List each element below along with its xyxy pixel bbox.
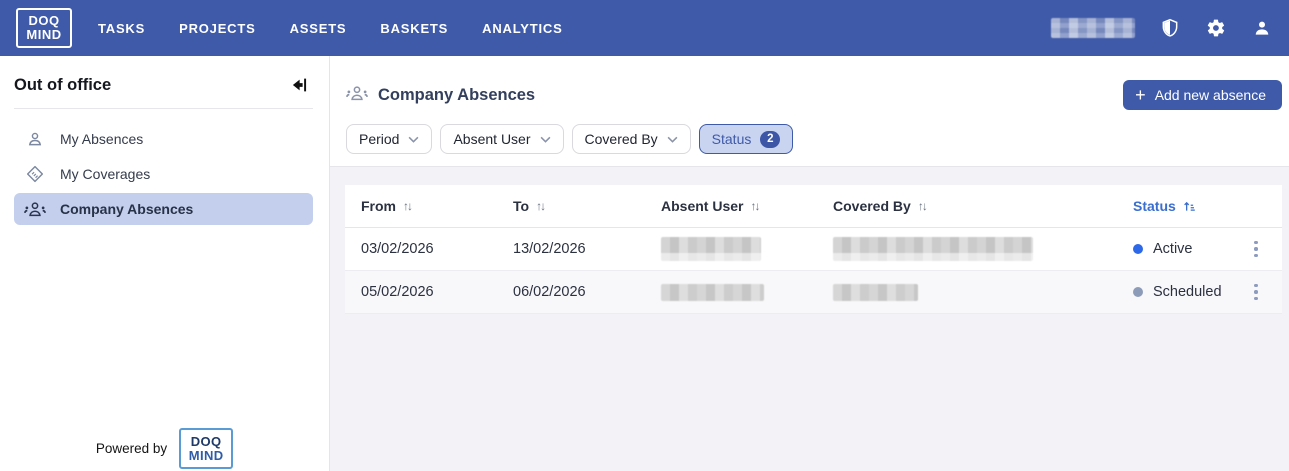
add-new-absence-button[interactable]: + Add new absence bbox=[1123, 80, 1282, 110]
gear-icon[interactable] bbox=[1205, 17, 1227, 39]
nav-item-analytics[interactable]: ANALYTICS bbox=[482, 21, 562, 36]
top-navbar: DOQ MIND TASKS PROJECTS ASSETS BASKETS A… bbox=[0, 0, 1289, 56]
handshake-icon bbox=[24, 164, 46, 184]
sort-ascending-icon bbox=[1183, 200, 1196, 213]
table-row: 05/02/2026 06/02/2026 Scheduled bbox=[345, 271, 1282, 314]
plus-icon: + bbox=[1135, 86, 1146, 104]
sort-icon: ↑↓ bbox=[750, 199, 758, 213]
powered-by-text: Powered by bbox=[96, 441, 167, 456]
user-name-redacted bbox=[1051, 18, 1135, 38]
divider bbox=[14, 108, 313, 109]
sidebar-item-label: My Absences bbox=[60, 131, 143, 147]
row-actions-kebab-icon[interactable] bbox=[1245, 280, 1267, 304]
filter-label: Status bbox=[712, 131, 752, 147]
status-cell: Active bbox=[1133, 241, 1245, 257]
cell-to: 06/02/2026 bbox=[513, 284, 661, 300]
main-content: Company Absences + Add new absence Perio… bbox=[330, 56, 1289, 471]
sidebar-item-my-coverages[interactable]: My Coverages bbox=[14, 158, 313, 190]
people-group-icon bbox=[24, 199, 46, 219]
logo-line2: MIND bbox=[26, 28, 61, 42]
chevron-down-icon bbox=[667, 136, 678, 143]
page-header-section: Company Absences + Add new absence Perio… bbox=[330, 56, 1289, 167]
sort-icon: ↑↓ bbox=[536, 199, 544, 213]
logo-line2: MIND bbox=[189, 449, 224, 463]
redacted-absent-user bbox=[661, 237, 761, 261]
column-header-to[interactable]: To ↑↓ bbox=[513, 198, 661, 214]
user-icon[interactable] bbox=[1251, 17, 1273, 39]
table-row: 03/02/2026 13/02/2026 Active bbox=[345, 228, 1282, 271]
status-cell: Scheduled bbox=[1133, 284, 1245, 300]
chevron-down-icon bbox=[408, 136, 419, 143]
filter-status[interactable]: Status 2 bbox=[699, 124, 794, 154]
filter-period[interactable]: Period bbox=[346, 124, 432, 154]
filter-label: Covered By bbox=[585, 131, 658, 147]
filter-absent-user[interactable]: Absent User bbox=[440, 124, 563, 154]
cell-from: 03/02/2026 bbox=[361, 241, 513, 257]
status-dot-active bbox=[1133, 244, 1143, 254]
sort-icon: ↑↓ bbox=[918, 199, 926, 213]
sidebar-item-company-absences[interactable]: Company Absences bbox=[14, 193, 313, 225]
redacted-absent-user bbox=[661, 284, 764, 301]
main-nav: TASKS PROJECTS ASSETS BASKETS ANALYTICS bbox=[98, 21, 563, 36]
filter-covered-by[interactable]: Covered By bbox=[572, 124, 691, 154]
powered-by-footer: Powered by DOQ MIND bbox=[0, 428, 329, 469]
filter-label: Absent User bbox=[453, 131, 530, 147]
nav-item-projects[interactable]: PROJECTS bbox=[179, 21, 255, 36]
logo-line1: DOQ bbox=[28, 14, 59, 28]
status-label: Scheduled bbox=[1153, 284, 1222, 300]
app-logo[interactable]: DOQ MIND bbox=[16, 8, 72, 48]
table-header-row: From ↑↓ To ↑↓ Absent User ↑↓ Covered By … bbox=[345, 185, 1282, 228]
column-header-covered-by[interactable]: Covered By ↑↓ bbox=[833, 198, 1133, 214]
sidebar-item-label: My Coverages bbox=[60, 166, 150, 182]
sidebar: Out of office My Absences My Coverages bbox=[0, 56, 330, 471]
chevron-down-icon bbox=[540, 136, 551, 143]
column-header-status[interactable]: Status bbox=[1133, 198, 1245, 214]
add-button-label: Add new absence bbox=[1155, 87, 1266, 103]
navbar-right bbox=[1051, 17, 1273, 39]
redacted-covered-by bbox=[833, 284, 918, 301]
person-icon bbox=[24, 129, 46, 149]
filter-count-badge: 2 bbox=[760, 131, 780, 148]
row-actions-kebab-icon[interactable] bbox=[1245, 237, 1267, 261]
absences-table: From ↑↓ To ↑↓ Absent User ↑↓ Covered By … bbox=[345, 185, 1282, 314]
sidebar-item-label: Company Absences bbox=[60, 201, 193, 217]
cell-to: 13/02/2026 bbox=[513, 241, 661, 257]
status-dot-scheduled bbox=[1133, 287, 1143, 297]
shield-icon[interactable] bbox=[1159, 17, 1181, 39]
cell-from: 05/02/2026 bbox=[361, 284, 513, 300]
sidebar-title: Out of office bbox=[14, 76, 111, 95]
nav-item-baskets[interactable]: BASKETS bbox=[380, 21, 448, 36]
logo-line1: DOQ bbox=[191, 435, 222, 449]
collapse-sidebar-icon[interactable] bbox=[289, 74, 311, 96]
column-header-from[interactable]: From ↑↓ bbox=[361, 198, 513, 214]
column-header-absent-user[interactable]: Absent User ↑↓ bbox=[661, 198, 833, 214]
sort-icon: ↑↓ bbox=[403, 199, 411, 213]
sidebar-item-my-absences[interactable]: My Absences bbox=[14, 123, 313, 155]
nav-item-tasks[interactable]: TASKS bbox=[98, 21, 145, 36]
redacted-covered-by bbox=[833, 237, 1033, 261]
filter-bar: Period Absent User Covered By Status 2 bbox=[330, 110, 1289, 154]
people-group-icon bbox=[346, 84, 368, 107]
doqmind-logo: DOQ MIND bbox=[179, 428, 233, 469]
status-label: Active bbox=[1153, 241, 1193, 257]
page-title: Company Absences bbox=[378, 86, 535, 105]
nav-item-assets[interactable]: ASSETS bbox=[290, 21, 347, 36]
filter-label: Period bbox=[359, 131, 399, 147]
